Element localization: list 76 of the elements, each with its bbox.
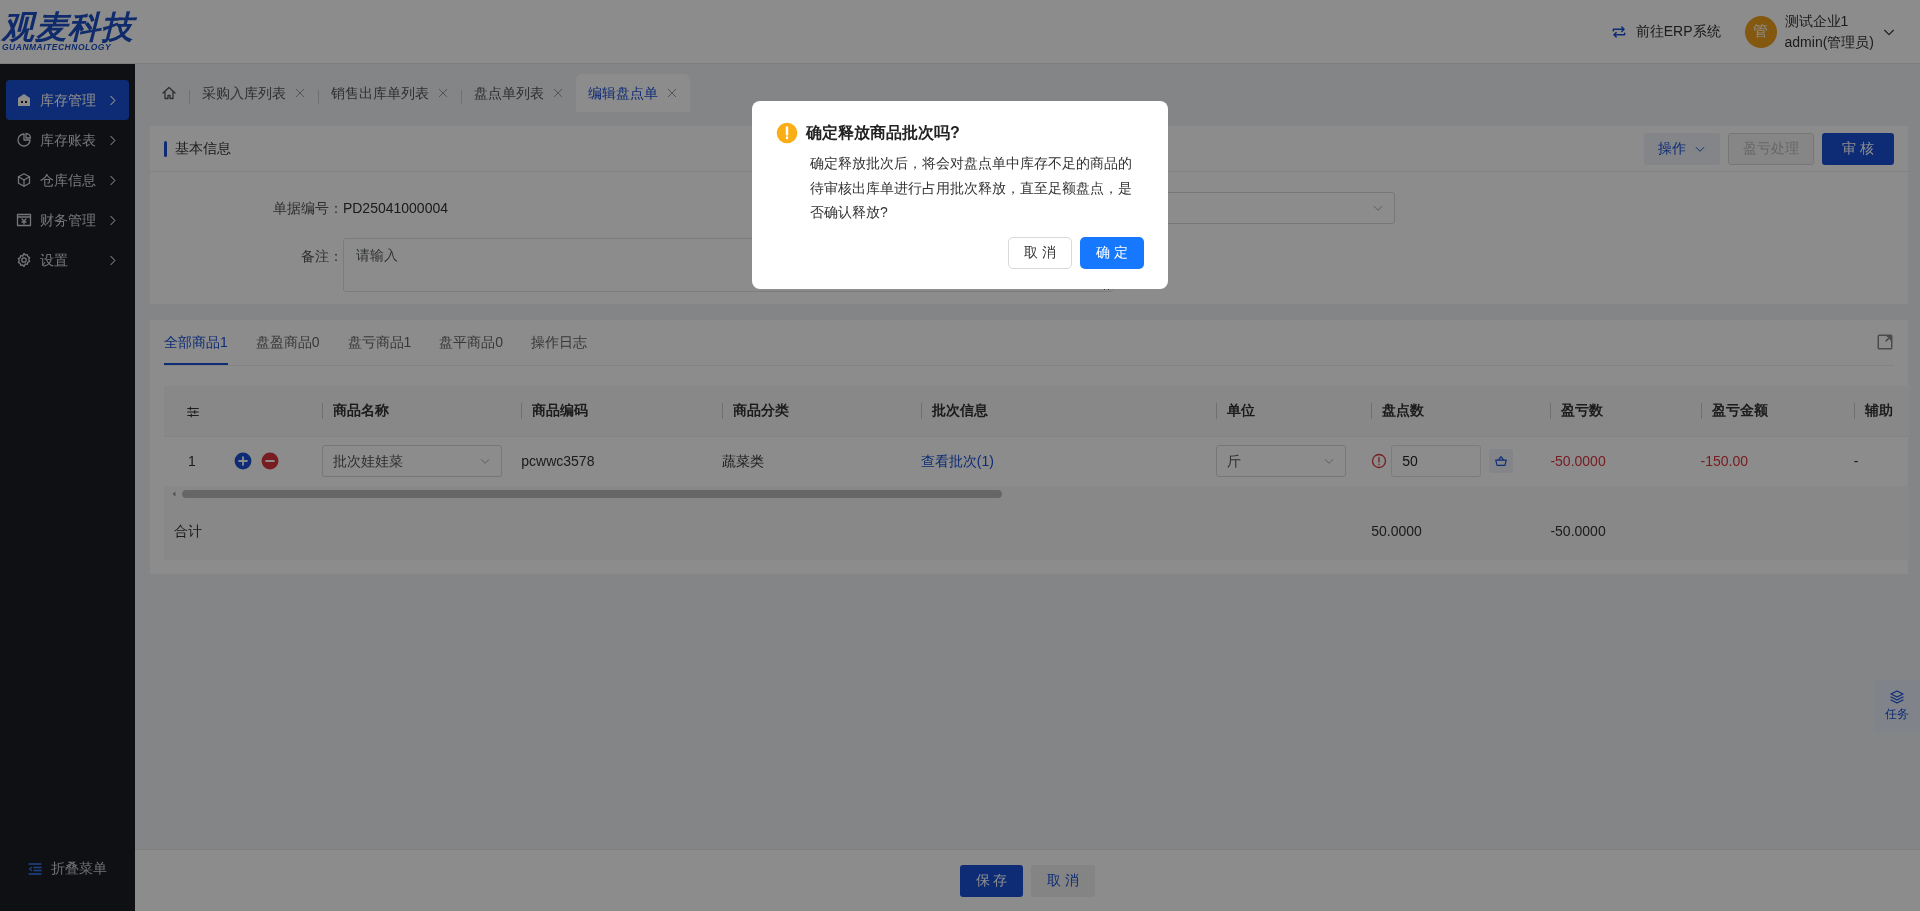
dialog-title: 确定释放商品批次吗? (806, 123, 960, 143)
column-settings-icon[interactable] (185, 404, 200, 419)
close-icon[interactable] (293, 87, 306, 99)
column-header: 盈亏数 (1561, 401, 1604, 421)
detail-tab[interactable]: 盘平商品0 (439, 320, 504, 365)
column-header: 辅助 (1864, 401, 1893, 421)
close-icon[interactable] (665, 87, 678, 99)
cancel-button[interactable]: 取 消 (1008, 236, 1073, 269)
table-cell: -150.00 (1700, 452, 1749, 469)
detail-tab[interactable]: 操作日志 (531, 320, 588, 365)
page-tab[interactable]: 采购入库列表 (189, 74, 318, 112)
layers-icon (1889, 689, 1905, 705)
collapse-menu-button[interactable]: 折叠菜单 (6, 858, 129, 879)
remove-circle-icon[interactable] (260, 452, 279, 471)
sidebar-item[interactable]: 财务管理 (6, 200, 129, 240)
totals-label: 合计 (173, 522, 202, 539)
field-value: PD25041000004 (342, 198, 449, 218)
basket-button[interactable] (1489, 449, 1514, 474)
batch-link[interactable]: 查看批次(1) (920, 452, 994, 469)
dialog-message: 确定释放批次后，将会对盘点单中库存不足的商品的待审核出库单进行占用批次释放，直至足额盘点，是否确认释放? (810, 154, 1133, 222)
table-cell: 50.0000 (1371, 522, 1422, 539)
sidebar-item[interactable]: 设置 (6, 240, 129, 280)
save-button[interactable]: 保 存 (959, 864, 1024, 897)
cube-icon (16, 172, 32, 188)
table-cell: pcwwc3578 (521, 452, 595, 469)
table-cell: 蔬菜类 (721, 452, 764, 469)
detail-tab[interactable]: 盘盈商品0 (255, 320, 320, 365)
table-cell: -50.0000 (1550, 452, 1606, 469)
sidebar-item[interactable]: 库存管理 (6, 80, 129, 120)
row-index: 1 (186, 451, 197, 471)
settings-icon (16, 252, 32, 268)
page-tab[interactable]: 销售出库单列表 (318, 74, 461, 112)
company-name: 测试企业1 (1784, 12, 1850, 32)
task-button[interactable]: 任务 (1874, 680, 1920, 732)
pie-chart-icon (16, 132, 32, 148)
basket-icon (1494, 454, 1509, 469)
sidebar-item[interactable]: 库存账表 (6, 120, 129, 160)
table-cell: -50.0000 (1550, 522, 1606, 539)
column-header: 商品编码 (532, 401, 589, 421)
menu-fold-icon (27, 860, 44, 877)
logo-subtitle: GUANMAITECHNOLOGY (2, 43, 112, 52)
section-title: 基本信息 (174, 139, 231, 158)
warehouse-icon (16, 92, 32, 108)
column-header: 盘点数 (1382, 401, 1425, 421)
expand-icon[interactable] (1876, 333, 1894, 351)
close-icon[interactable] (551, 87, 564, 99)
action-button[interactable]: 审 核 (1822, 132, 1894, 165)
select-field[interactable]: 批次娃娃菜 (322, 445, 503, 478)
column-header: 单位 (1227, 401, 1256, 421)
close-icon[interactable] (436, 87, 449, 99)
home-icon (160, 85, 177, 101)
page-tab[interactable]: 盘点单列表 (461, 74, 576, 112)
user-name: admin(管理员) (1784, 32, 1874, 52)
finance-icon (16, 212, 32, 228)
cancel-button[interactable]: 取 消 (1031, 864, 1096, 897)
warning-icon (776, 122, 798, 144)
column-header: 商品名称 (333, 401, 390, 421)
sidebar-item[interactable]: 仓库信息 (6, 160, 129, 200)
dropdown-button[interactable]: 操作 (1644, 132, 1721, 165)
title-accent-bar (163, 140, 167, 157)
erp-link[interactable]: 前往ERP系统 (1609, 21, 1721, 42)
add-circle-icon[interactable] (233, 452, 252, 471)
scrollbar-thumb[interactable] (181, 490, 1002, 498)
column-header: 商品分类 (732, 401, 789, 421)
detail-tab[interactable]: 全部商品1 (163, 320, 228, 365)
avatar: 管 (1744, 15, 1777, 48)
table-cell: - (1853, 452, 1859, 469)
count-field[interactable]: 50 (1391, 445, 1482, 478)
confirm-button[interactable]: 确 定 (1080, 236, 1144, 269)
detail-tab[interactable]: 盘亏商品1 (347, 320, 412, 365)
field-label: 单据编号： (271, 198, 343, 218)
page-tab[interactable]: 编辑盘点单 (575, 74, 690, 112)
field-label: 备注： (299, 247, 343, 266)
select-field[interactable]: 斤 (1216, 445, 1347, 478)
column-header: 批次信息 (931, 401, 988, 421)
column-header: 盈亏金额 (1711, 401, 1768, 421)
